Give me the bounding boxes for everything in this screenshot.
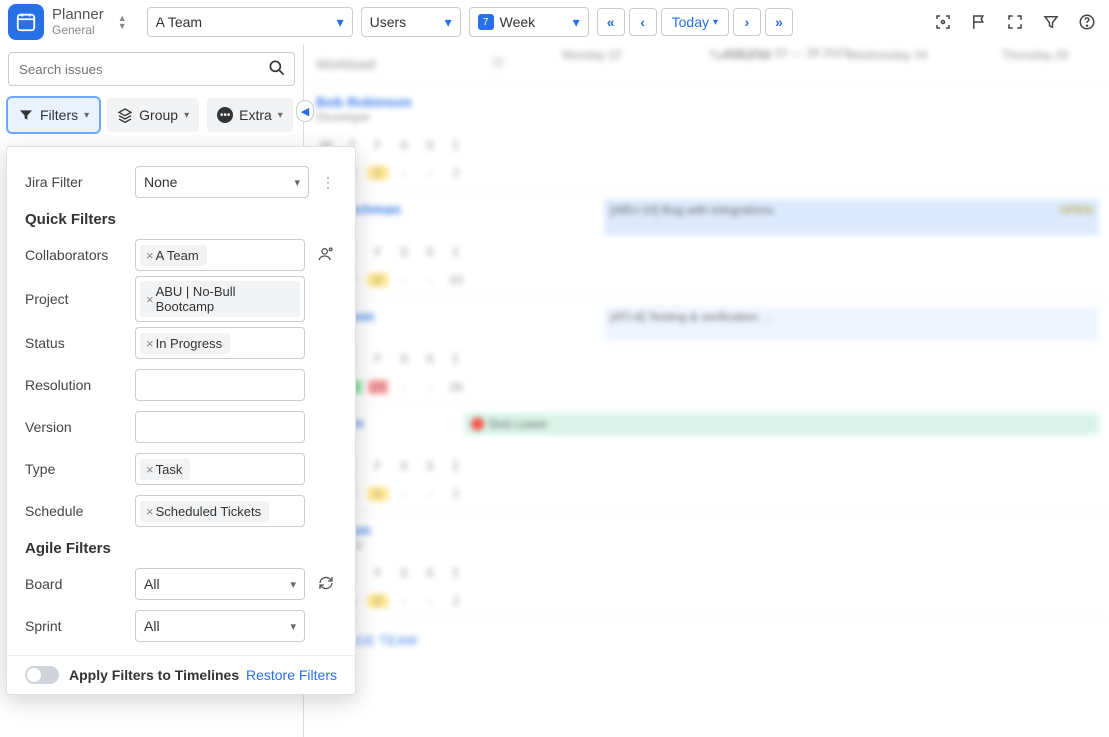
schedule-label: Schedule xyxy=(25,503,125,519)
extra-button[interactable]: ••• Extra ▾ xyxy=(207,98,293,132)
gear-icon[interactable] xyxy=(490,54,506,73)
remove-tag-icon[interactable]: × xyxy=(146,248,154,263)
issue-chip[interactable]: OPEN [ABU-10] Bug with integrations xyxy=(604,199,1099,235)
remove-tag-icon[interactable]: × xyxy=(146,504,154,519)
apply-filters-toggle[interactable] xyxy=(25,666,59,684)
workload-main: #22 May 22 — 28 2023 Workload Monday 22 … xyxy=(304,44,1109,737)
schedule-input[interactable]: ×Scheduled Tickets xyxy=(135,495,305,527)
group-button[interactable]: Group ▾ xyxy=(107,98,199,132)
day-col: Monday 22 xyxy=(518,44,666,83)
search-icon[interactable] xyxy=(267,58,287,81)
period-dropdown-label: Week xyxy=(500,14,536,30)
board-select[interactable]: All ▾ xyxy=(135,568,305,600)
remove-tag-icon[interactable]: × xyxy=(146,336,154,351)
version-input[interactable] xyxy=(135,411,305,443)
collaborators-label: Collaborators xyxy=(25,247,125,263)
workload-title: Workload xyxy=(316,56,375,72)
type-label: Type xyxy=(25,461,125,477)
chevron-down-icon: ▾ xyxy=(84,110,89,121)
manage-team-link[interactable]: MANAGE TEAM xyxy=(316,633,1097,648)
resolution-input[interactable] xyxy=(135,369,305,401)
chevron-down-icon: ▾ xyxy=(184,110,189,121)
jira-filter-label: Jira Filter xyxy=(25,174,125,190)
team-dropdown-label: A Team xyxy=(156,14,202,30)
toolbar: Planner General ▲▼ A Team ▾ Users ▾ 7 We… xyxy=(0,0,1109,44)
nav-prev-button[interactable]: ‹ xyxy=(629,8,657,36)
status-input[interactable]: ×In Progress xyxy=(135,327,305,359)
chevron-down-icon: ▾ xyxy=(278,110,283,121)
filter-tag: ×Scheduled Tickets xyxy=(140,501,269,522)
kebab-icon[interactable]: ⋮ xyxy=(319,174,337,191)
project-input[interactable]: ×ABU | No-Bull Bootcamp xyxy=(135,276,305,322)
capacity-row: WTFSSΣ xyxy=(316,138,1097,152)
help-icon[interactable] xyxy=(1073,8,1101,36)
team-dropdown[interactable]: A Team ▾ xyxy=(147,7,353,37)
calendar-icon: 7 xyxy=(478,14,494,30)
fullscreen-icon[interactable] xyxy=(1001,8,1029,36)
app-switcher[interactable]: ▲▼ xyxy=(118,14,127,30)
chevron-down-icon: ▾ xyxy=(337,14,344,31)
nav-first-button[interactable]: « xyxy=(597,8,625,36)
project-label: Project xyxy=(25,291,125,307)
search-input[interactable] xyxy=(8,52,295,86)
version-label: Version xyxy=(25,419,125,435)
chevron-down-icon: ▾ xyxy=(294,176,300,189)
day-col: Thursday 25 xyxy=(961,44,1109,83)
week-label: #22 May 22 — 28 2023 xyxy=(725,46,850,60)
issue-chip[interactable]: 🔴 Sick Leave xyxy=(464,413,1099,435)
ellipsis-icon: ••• xyxy=(217,107,233,123)
filter-tag: ×Task xyxy=(140,459,190,480)
restore-filters-link[interactable]: Restore Filters xyxy=(246,667,337,683)
app-subtitle: General xyxy=(52,24,104,37)
board-label: Board xyxy=(25,576,125,592)
app-logo[interactable] xyxy=(8,4,44,40)
remove-tag-icon[interactable]: × xyxy=(146,292,154,307)
chevron-down-icon: ▾ xyxy=(713,17,718,28)
filters-panel: Jira Filter None ▾ ⋮ Quick Filters Colla… xyxy=(6,146,356,695)
apply-filters-label: Apply Filters to Timelines xyxy=(69,667,239,683)
filters-button[interactable]: Filters ▾ xyxy=(8,98,99,132)
period-dropdown[interactable]: 7 Week ▾ xyxy=(469,7,589,37)
filter-icon[interactable] xyxy=(1037,8,1065,36)
issue-chip[interactable]: [ATI-6] Testing & verification … xyxy=(604,306,1099,342)
remove-tag-icon[interactable]: × xyxy=(146,462,154,477)
nav-last-button[interactable]: » xyxy=(765,8,793,36)
chevron-down-icon: ▾ xyxy=(445,14,452,31)
sprint-label: Sprint xyxy=(25,618,125,634)
focus-icon[interactable] xyxy=(929,8,957,36)
today-button[interactable]: Today ▾ xyxy=(661,8,729,36)
resolution-label: Resolution xyxy=(25,377,125,393)
chevron-down-icon: ▾ xyxy=(573,14,580,31)
nav-next-button[interactable]: › xyxy=(733,8,761,36)
person-name[interactable]: Bob Robinson xyxy=(316,94,1097,110)
date-nav: « ‹ Today ▾ › » xyxy=(597,8,793,36)
jira-filter-select[interactable]: None ▾ xyxy=(135,166,309,198)
agile-filters-heading: Agile Filters xyxy=(25,540,337,557)
person-role: Developer xyxy=(316,110,1097,124)
filter-tag: ×ABU | No-Bull Bootcamp xyxy=(140,281,300,317)
collaborators-input[interactable]: ×A Team xyxy=(135,239,305,271)
quick-filters-heading: Quick Filters xyxy=(25,211,337,228)
scope-dropdown[interactable]: Users ▾ xyxy=(361,7,461,37)
app-title: Planner xyxy=(52,7,104,24)
chevron-down-icon: ▾ xyxy=(290,578,296,591)
collapse-sidebar-button[interactable]: ◀ xyxy=(296,100,314,122)
flag-icon[interactable] xyxy=(965,8,993,36)
chevron-down-icon: ▾ xyxy=(290,620,296,633)
status-label: Status xyxy=(25,335,125,351)
sprint-select[interactable]: All ▾ xyxy=(135,610,305,642)
scope-dropdown-label: Users xyxy=(370,14,407,30)
filter-tag: ×A Team xyxy=(140,245,207,266)
type-input[interactable]: ×Task xyxy=(135,453,305,485)
filter-tag: ×In Progress xyxy=(140,333,230,354)
user-icon[interactable] xyxy=(315,246,337,265)
refresh-icon[interactable] xyxy=(315,575,337,594)
